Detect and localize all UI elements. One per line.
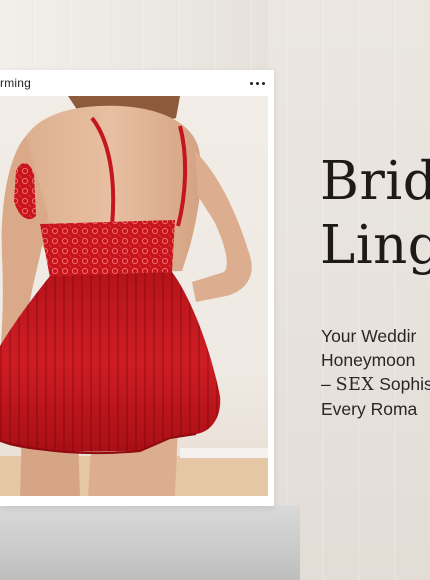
post-header: rming bbox=[0, 70, 274, 96]
tagline-badge: SEX bbox=[335, 375, 375, 395]
tagline-dash: – bbox=[321, 374, 331, 394]
post-username[interactable]: rming bbox=[0, 76, 31, 90]
lace-band bbox=[40, 220, 175, 278]
tagline-line-3-rest: Sophis bbox=[379, 374, 430, 394]
tagline-line-2: Honeymoon bbox=[321, 350, 416, 370]
headline-line-1: Brid bbox=[320, 151, 430, 212]
social-post-card[interactable]: rming bbox=[0, 70, 274, 506]
skirt-pleats bbox=[0, 272, 221, 452]
tagline: Your Weddir Honeymoon – SEX Sophis Every… bbox=[321, 324, 430, 421]
headline-line-2: Ling bbox=[320, 215, 430, 276]
more-horizontal-icon[interactable] bbox=[250, 81, 274, 85]
rug bbox=[180, 448, 268, 458]
tagline-line-1: Your Weddir bbox=[321, 326, 417, 346]
headline: Brid Ling bbox=[320, 150, 430, 278]
product-photo bbox=[0, 96, 268, 496]
right-arm bbox=[192, 151, 252, 302]
background-bed bbox=[0, 505, 300, 580]
tagline-line-3: – SEX Sophis bbox=[321, 372, 430, 397]
tagline-line-4: Every Roma bbox=[321, 399, 418, 419]
